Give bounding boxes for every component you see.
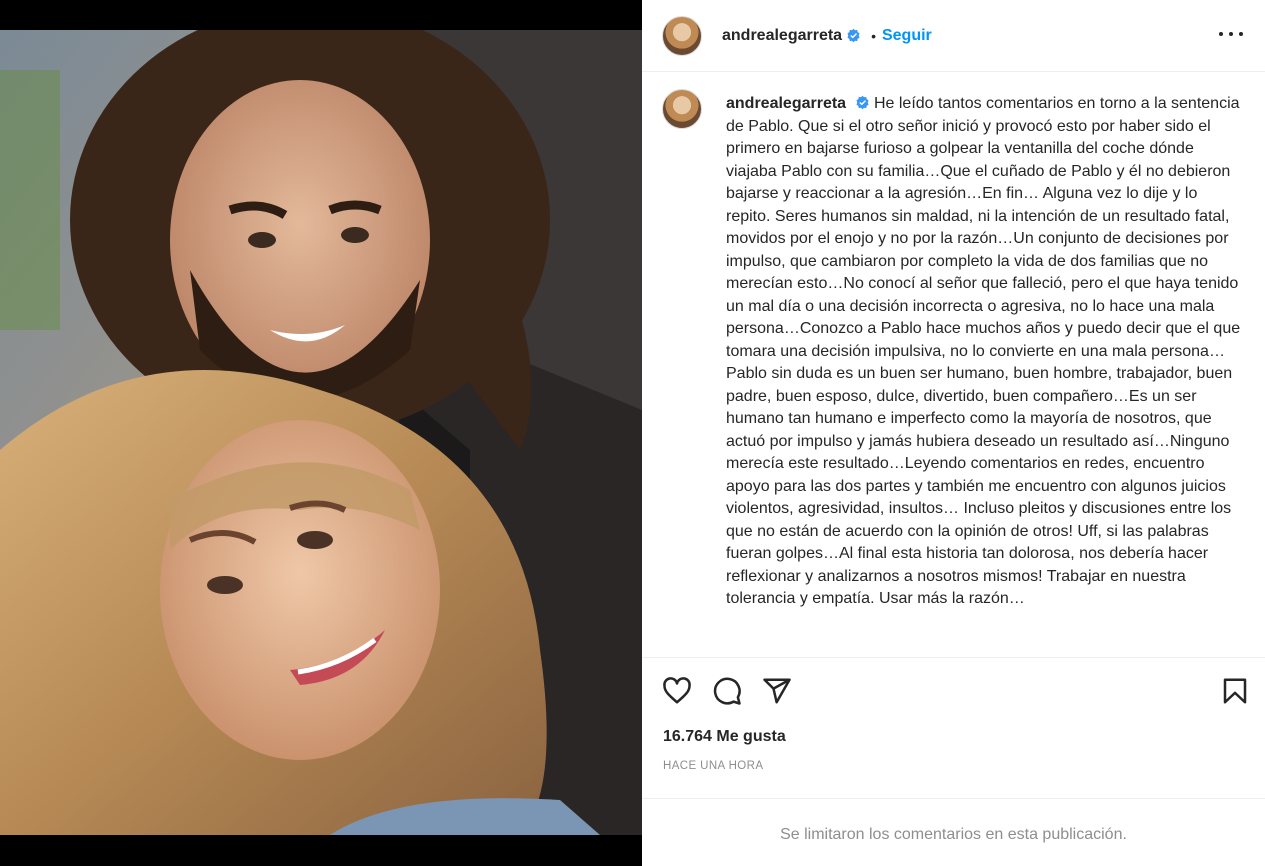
avatar[interactable] — [662, 15, 702, 56]
comment-icon[interactable] — [712, 676, 742, 706]
selfie-image — [0, 30, 642, 835]
separator-dot: • — [871, 27, 876, 44]
follow-button[interactable]: Seguir — [882, 27, 932, 45]
avatar[interactable] — [662, 89, 702, 129]
post-header: andrealegarreta • Seguir — [642, 0, 1265, 72]
caption-text: He leído tantos comentarios en torno a l… — [726, 95, 1241, 607]
share-icon[interactable] — [762, 676, 792, 706]
username-link[interactable]: andrealegarreta — [722, 27, 842, 45]
post-actions: 16.764 Me gusta HACE UNA HORA — [642, 657, 1265, 799]
post-modal: andrealegarreta • Seguir andrealegarreta… — [0, 0, 1265, 866]
verified-badge-icon — [847, 28, 860, 43]
likes-count[interactable]: 16.764 Me gusta — [663, 728, 786, 746]
post-photo[interactable] — [0, 30, 642, 835]
bookmark-icon[interactable] — [1220, 676, 1250, 706]
caption-username-link[interactable]: andrealegarreta — [726, 95, 846, 112]
heart-icon[interactable] — [662, 676, 692, 706]
more-options-icon[interactable] — [1219, 22, 1243, 46]
post-timestamp[interactable]: HACE UNA HORA — [663, 760, 763, 772]
comments-limited-notice: Se limitaron los comentarios en esta pub… — [780, 826, 1127, 843]
caption-section[interactable]: andrealegarreta He leído tantos comentar… — [642, 73, 1265, 657]
post-caption: andrealegarreta He leído tantos comentar… — [726, 93, 1246, 611]
post-details-panel: andrealegarreta • Seguir andrealegarreta… — [642, 0, 1265, 866]
verified-badge-icon — [856, 95, 869, 110]
